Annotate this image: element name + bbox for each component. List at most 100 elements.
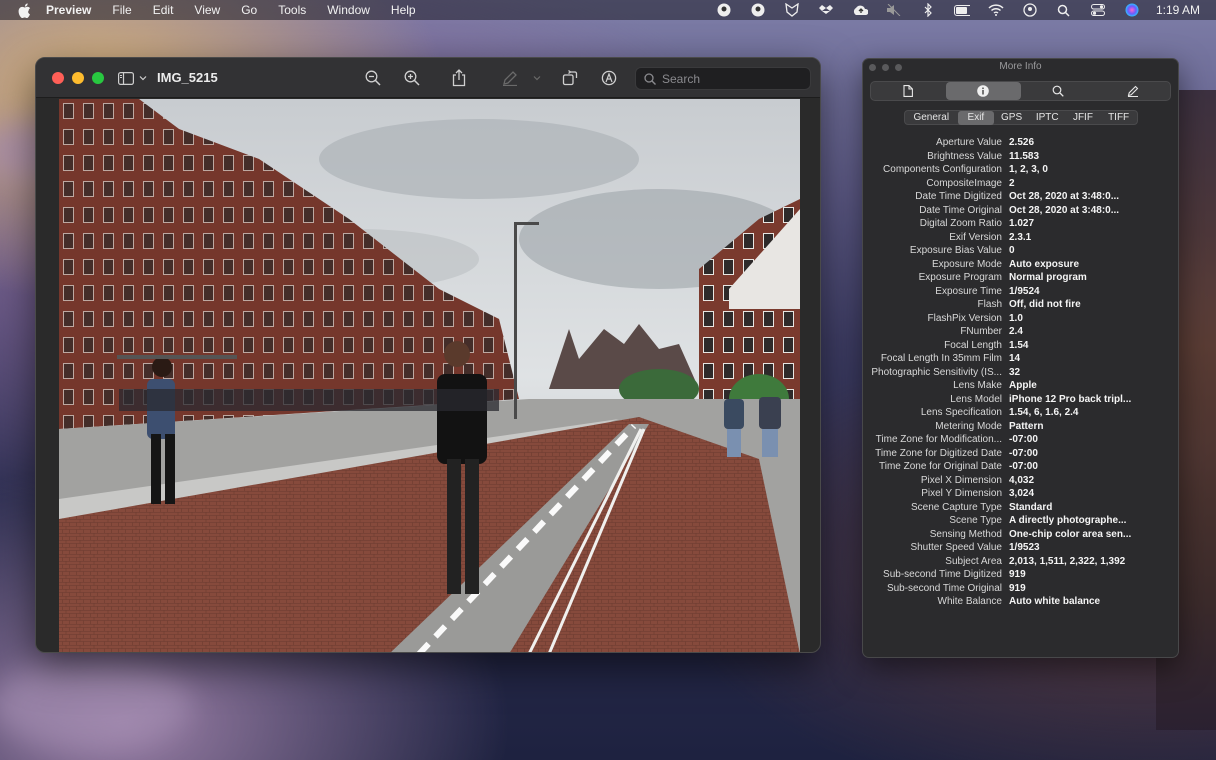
exif-row[interactable]: Exposure Program Normal program [863,271,1178,285]
markup-button[interactable] [501,69,519,87]
zoom-out-button[interactable] [364,69,382,87]
exif-value: One-chip color area sen... [1009,528,1132,540]
exif-row[interactable]: Exposure Time 1/9524 [863,285,1178,299]
exif-row[interactable]: FlashPix Version 1.0 [863,312,1178,326]
exif-value: 0 [1009,245,1015,257]
exif-row[interactable]: Scene Type A directly photographe... [863,514,1178,528]
exif-row[interactable]: Photographic Sensitivity (IS... 32 [863,366,1178,380]
user-icon[interactable] [1022,3,1038,17]
exif-row[interactable]: Flash Off, did not fire [863,298,1178,312]
menu-go[interactable]: Go [241,3,257,17]
exif-row[interactable]: Exif Version 2.3.1 [863,231,1178,245]
search-field[interactable] [635,67,811,90]
exif-row[interactable]: Metering Mode Pattern [863,420,1178,434]
control-center-icon[interactable] [1090,3,1106,17]
exif-row[interactable]: Scene Capture Type Standard [863,501,1178,515]
menu-tools[interactable]: Tools [278,3,306,17]
zoom-button[interactable] [92,71,104,84]
account-icon-2[interactable] [750,3,766,17]
exif-key: Flash [977,299,1002,311]
subtab-jfif[interactable]: JFIF [1065,111,1101,125]
exif-row[interactable]: FNumber 2.4 [863,325,1178,339]
wifi-icon[interactable] [988,3,1004,17]
menu-edit[interactable]: Edit [153,3,174,17]
exif-row[interactable]: Pixel X Dimension 4,032 [863,474,1178,488]
exif-row[interactable]: Lens Make Apple [863,379,1178,393]
menubar-clock[interactable]: 1:19 AM [1156,3,1200,17]
exif-row[interactable]: CompositeImage 2 [863,177,1178,191]
sidebar-toggle-button[interactable] [118,70,148,86]
exif-row[interactable]: White Balance Auto white balance [863,595,1178,609]
menu-view[interactable]: View [194,3,220,17]
exif-row[interactable]: Time Zone for Original Date -07:00 [863,460,1178,474]
fox-icon[interactable] [784,3,800,17]
exif-row[interactable]: Brightness Value 11.583 [863,150,1178,164]
rotate-icon [562,70,578,86]
exif-value: Standard [1009,501,1053,513]
subtab-iptc[interactable]: IPTC [1029,111,1065,125]
info-title: More Info [999,61,1042,72]
search-input[interactable] [662,71,802,86]
exif-key: Date Time Digitized [915,191,1002,203]
info-tab-keywords[interactable] [1021,82,1096,100]
exif-row[interactable]: Exposure Bias Value 0 [863,244,1178,258]
exif-row[interactable]: Focal Length In 35mm Film 14 [863,352,1178,366]
info-tab-general[interactable] [871,82,946,100]
menu-app-name[interactable]: Preview [46,3,91,17]
exif-row[interactable]: Pixel Y Dimension 3,024 [863,487,1178,501]
dropbox-icon[interactable] [818,3,834,17]
exif-key: Pixel X Dimension [920,474,1002,486]
exif-row[interactable]: Aperture Value 2.526 [863,136,1178,150]
close-button[interactable] [52,71,64,84]
zoom-in-button[interactable] [403,69,421,87]
apple-icon[interactable] [16,2,32,18]
menu-bar: Preview File Edit View Go Tools Window H… [0,0,1216,20]
exif-value: 1/9523 [1009,542,1040,554]
markup-menu-button[interactable] [532,69,542,87]
exif-row[interactable]: Time Zone for Modification... -07:00 [863,433,1178,447]
subtab-tiff[interactable]: TIFF [1101,111,1137,125]
exif-key: White Balance [937,596,1002,608]
exif-row[interactable]: Date Time Digitized Oct 28, 2020 at 3:48:… [863,190,1178,204]
cloud-upload-icon[interactable] [852,3,868,17]
bluetooth-icon[interactable] [920,3,936,17]
subtab-exif[interactable]: Exif [958,110,994,125]
menu-file[interactable]: File [112,3,131,17]
exif-row[interactable]: Focal Length 1.54 [863,339,1178,353]
exif-value: 2,013, 1,511, 2,322, 1,392 [1009,555,1126,567]
account-icon-1[interactable] [716,3,732,17]
subtab-gps[interactable]: GPS [994,111,1030,125]
exif-row[interactable]: Components Configuration 1, 2, 3, 0 [863,163,1178,177]
exif-row[interactable]: Lens Specification 1.54, 6, 1.6, 2.4 [863,406,1178,420]
minimize-button[interactable] [72,71,84,84]
window-title: IMG_5215 [157,70,218,85]
mute-icon[interactable] [886,3,902,17]
menu-help[interactable]: Help [391,3,416,17]
info-tab-more-info[interactable] [945,82,1021,100]
subtab-general[interactable]: General [905,111,959,125]
exif-key: Lens Specification [920,407,1002,419]
exif-value: -07:00 [1009,434,1038,446]
search-icon[interactable] [1056,3,1072,17]
exif-row[interactable]: Date Time Original Oct 28, 2020 at 3:48:0… [863,204,1178,218]
info-tab-annotations[interactable] [1095,82,1170,100]
siri-icon[interactable] [1124,3,1140,17]
rotate-button[interactable] [561,69,579,87]
exif-row[interactable]: Sensing Method One-chip color area sen... [863,528,1178,542]
exif-row[interactable]: Time Zone for Digitized Date -07:00 [863,447,1178,461]
exif-key: Metering Mode [935,420,1002,432]
share-button[interactable] [450,69,468,87]
exif-row[interactable]: Shutter Speed Value 1/9523 [863,541,1178,555]
exif-row[interactable]: Subject Area 2,013, 1,511, 2,322, 1,392 [863,555,1178,569]
exif-row[interactable]: Sub-second Time Original 919 [863,582,1178,596]
exif-row[interactable]: Exposure Mode Auto exposure [863,258,1178,272]
exif-row[interactable]: Digital Zoom Ratio 1.027 [863,217,1178,231]
exif-row[interactable]: Lens Model iPhone 12 Pro back tripl... [863,393,1178,407]
battery-icon[interactable] [953,3,970,17]
chevron-down-icon [139,76,147,81]
menu-window[interactable]: Window [327,3,370,17]
image-canvas[interactable] [59,99,800,652]
exif-key: Focal Length [944,339,1002,351]
annotate-button[interactable] [600,69,618,87]
exif-row[interactable]: Sub-second Time Digitized 919 [863,568,1178,582]
